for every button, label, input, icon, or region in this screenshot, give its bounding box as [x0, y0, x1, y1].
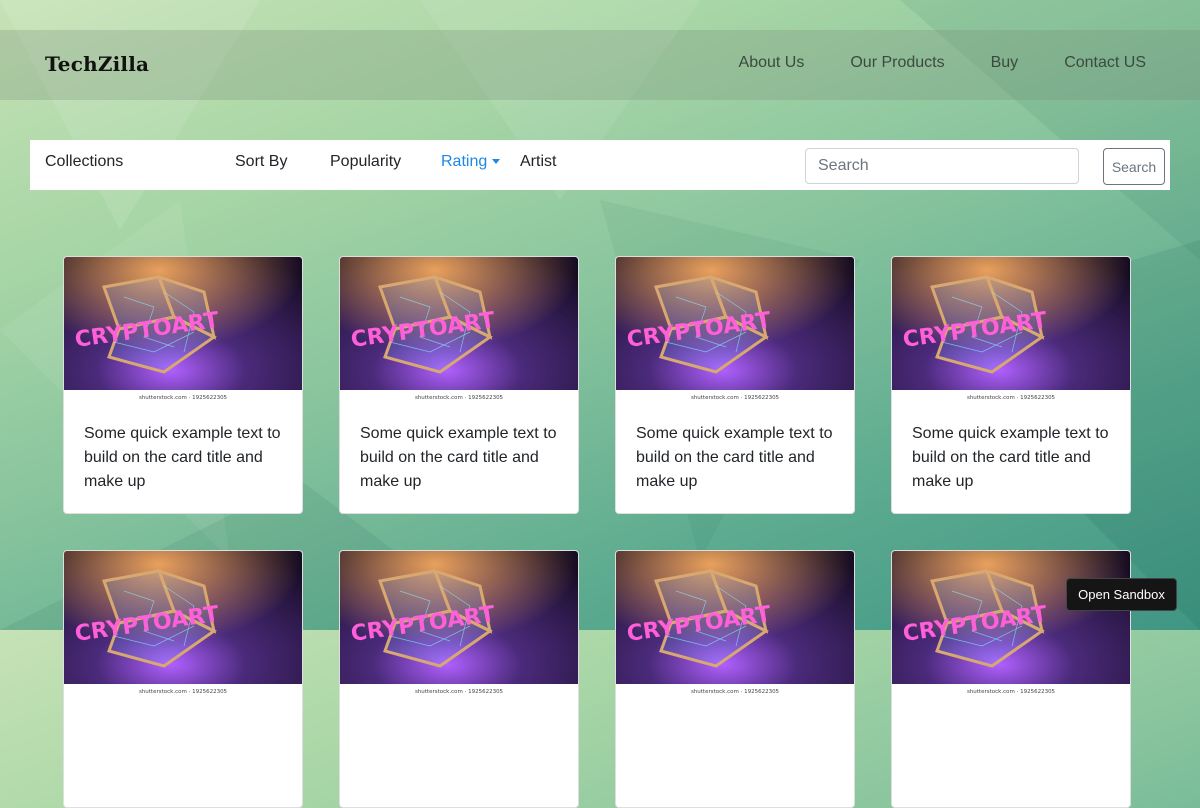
card-image: CRYPTOART shutterstock.com · 1925622305 — [892, 257, 1130, 402]
rating-dropdown[interactable]: Rating — [441, 153, 501, 171]
card-image-caption: shutterstock.com · 1925622305 — [967, 689, 1056, 695]
card-image: CRYPTOART shutterstock.com · 1925622305 — [340, 257, 578, 402]
card-image-caption: shutterstock.com · 1925622305 — [415, 395, 504, 401]
top-nav: About Us Our Products Buy Contact US — [693, 54, 1146, 72]
card-image-caption: shutterstock.com · 1925622305 — [139, 689, 228, 695]
card-image-caption: shutterstock.com · 1925622305 — [691, 689, 780, 695]
brand-logo[interactable]: TechZilla — [45, 52, 149, 76]
card-image: CRYPTOART shutterstock.com · 1925622305 — [340, 551, 578, 696]
nav-our-products[interactable]: Our Products — [850, 54, 944, 72]
card[interactable]: CRYPTOART shutterstock.com · 1925622305 So… — [615, 256, 855, 514]
sort-by-link[interactable]: Sort By — [235, 153, 287, 171]
card[interactable]: CRYPTOART shutterstock.com · 1925622305 So… — [891, 256, 1131, 514]
filter-bar: Collections Sort By Popularity Rating Ar… — [30, 140, 1170, 190]
search-input[interactable] — [805, 148, 1079, 184]
card-image-caption: shutterstock.com · 1925622305 — [139, 395, 228, 401]
card-image-caption: shutterstock.com · 1925622305 — [967, 395, 1056, 401]
search-button[interactable]: Search — [1103, 148, 1165, 185]
card-image: CRYPTOART shutterstock.com · 1925622305 — [892, 551, 1130, 696]
card-image: CRYPTOART shutterstock.com · 1925622305 — [616, 551, 854, 696]
card-image: CRYPTOART shutterstock.com · 1925622305 — [64, 257, 302, 402]
top-navbar: TechZilla About Us Our Products Buy Cont… — [0, 30, 1200, 100]
card-text: Some quick example text to build on the … — [912, 425, 1109, 490]
card[interactable]: CRYPTOART shutterstock.com · 1925622305 — [615, 550, 855, 808]
card-text — [64, 696, 302, 736]
card-text — [892, 696, 1130, 736]
popularity-link[interactable]: Popularity — [330, 153, 401, 171]
artist-link[interactable]: Artist — [520, 153, 556, 171]
card[interactable]: CRYPTOART shutterstock.com · 1925622305 — [63, 550, 303, 808]
chevron-down-icon — [492, 159, 501, 165]
collections-link[interactable]: Collections — [45, 153, 123, 171]
nav-contact-us[interactable]: Contact US — [1064, 54, 1146, 72]
card[interactable]: CRYPTOART shutterstock.com · 1925622305 So… — [339, 256, 579, 514]
card-text: Some quick example text to build on the … — [636, 425, 833, 490]
card-image: CRYPTOART shutterstock.com · 1925622305 — [64, 551, 302, 696]
nav-buy[interactable]: Buy — [991, 54, 1019, 72]
nav-about-us[interactable]: About Us — [739, 54, 805, 72]
card[interactable]: CRYPTOART shutterstock.com · 1925622305 So… — [63, 256, 303, 514]
card-image: CRYPTOART shutterstock.com · 1925622305 — [616, 257, 854, 402]
rating-label: Rating — [441, 153, 488, 170]
card-text: Some quick example text to build on the … — [360, 425, 557, 490]
open-sandbox-button[interactable]: Open Sandbox — [1066, 578, 1177, 611]
card-text — [340, 696, 578, 736]
card[interactable]: CRYPTOART shutterstock.com · 1925622305 — [339, 550, 579, 808]
card-text: Some quick example text to build on the … — [84, 425, 281, 490]
card-image-caption: shutterstock.com · 1925622305 — [415, 689, 504, 695]
card-image-caption: shutterstock.com · 1925622305 — [691, 395, 780, 401]
card-text — [616, 696, 854, 736]
